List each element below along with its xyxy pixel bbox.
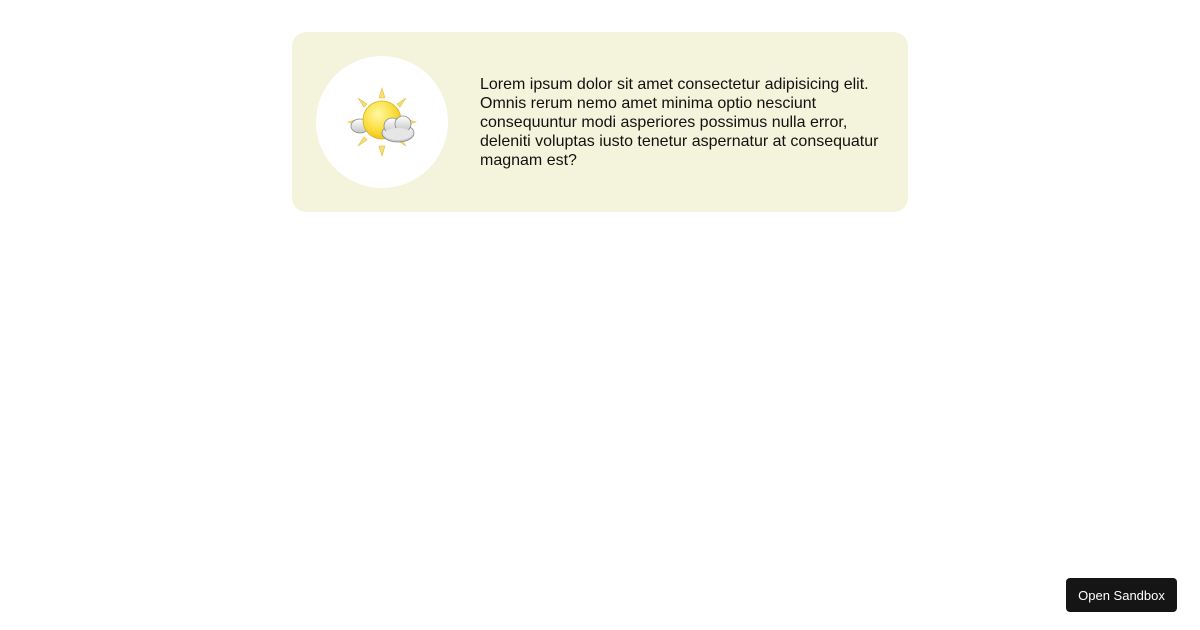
info-card: Lorem ipsum dolor sit amet consectetur a… [292,32,908,212]
weather-icon-container [316,56,448,188]
partly-cloudy-weather-icon [346,86,418,158]
open-sandbox-button[interactable]: Open Sandbox [1066,578,1177,612]
card-description: Lorem ipsum dolor sit amet consectetur a… [480,76,879,169]
